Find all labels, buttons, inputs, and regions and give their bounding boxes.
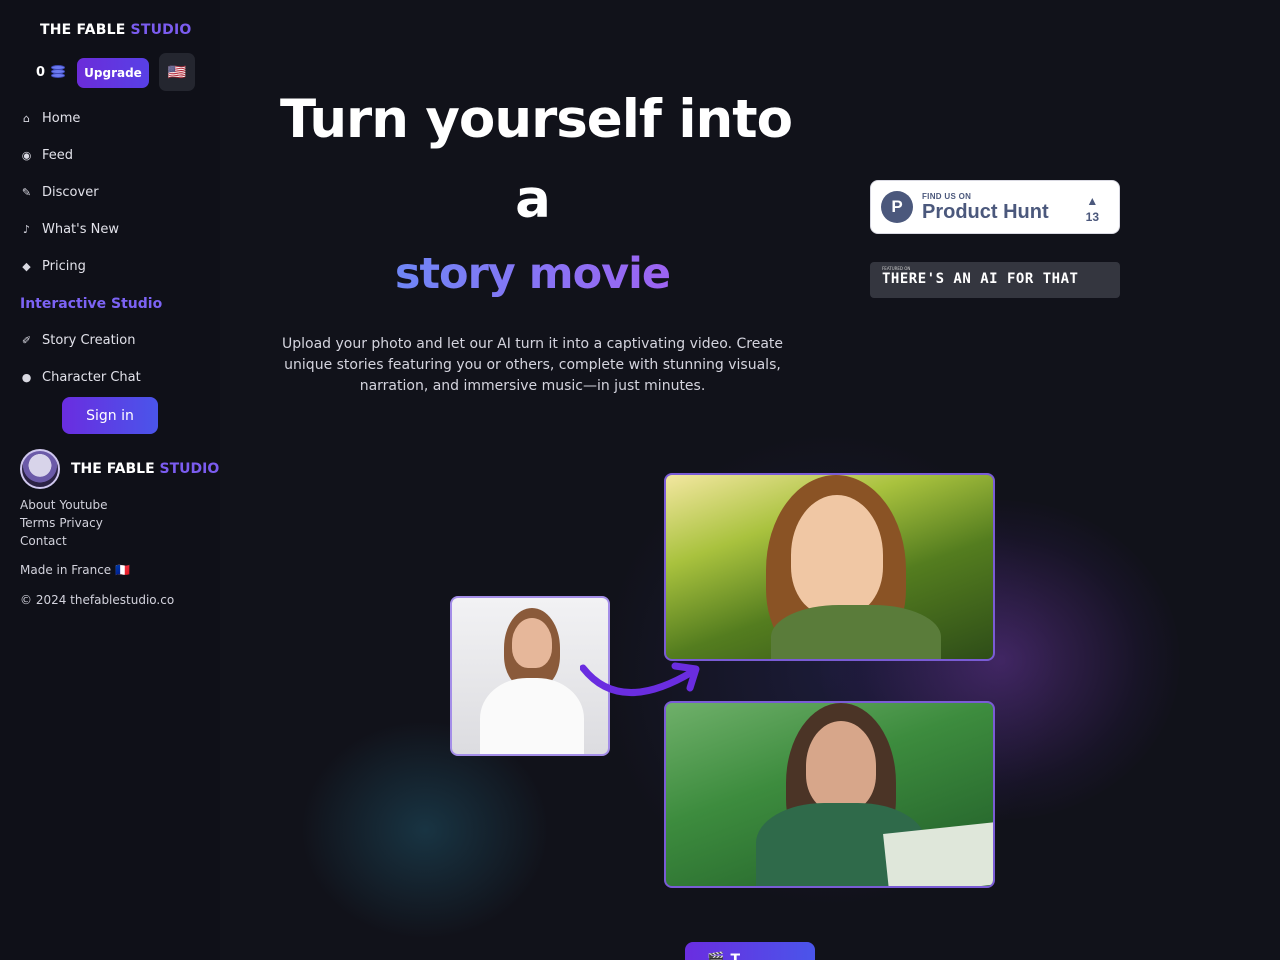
footer-brand-name: THE FABLE STUDIO [71,461,219,477]
copyright: © 2024 thefablestudio.co [20,593,175,607]
sidebar-item-whats-new[interactable]: ♪ What's New [20,211,210,248]
clapperboard-icon: 🎬 [707,952,725,960]
hero-title-line1: Turn yourself into [280,89,793,150]
footer-links: About Youtube Terms Privacy Contact [20,496,107,550]
theres-an-ai-for-that-badge[interactable]: FEATURED ON THERE'S AN AI FOR THAT [870,262,1120,298]
sidebar-item-home[interactable]: ⌂ Home [20,100,210,137]
footer-brand-part1: THE FABLE [71,461,160,477]
brand-name: THE FABLE [40,22,131,38]
upgrade-button[interactable]: Upgrade [77,58,149,88]
cta-label: T [730,952,740,960]
product-hunt-big: Product Hunt [922,200,1049,223]
hero-title: Turn yourself into a [280,80,793,240]
sidebar-item-discover[interactable]: ✎ Discover [20,174,210,211]
sidebar-item-label: Story Creation [42,333,136,348]
credits-counter: 0 [36,64,67,80]
tag-icon: ◆ [22,260,31,273]
sign-in-button[interactable]: Sign in [62,397,158,434]
sidebar-section-interactive-studio: Interactive Studio [20,285,210,322]
jacket-shape [771,605,941,659]
upvote-arrow-icon: ▲ [1086,194,1099,208]
shirt-shape [480,678,584,754]
aift-title: THERE'S AN AI FOR THAT [882,271,1079,287]
hero-title-line2: a [515,169,551,230]
product-hunt-logo-icon: P [881,191,913,223]
bell-icon: ♪ [22,223,31,236]
product-hunt-small: FIND US ON [922,191,972,201]
sidebar-item-label: Discover [42,185,99,200]
sidebar-item-character-chat[interactable]: ● Character Chat [20,359,210,396]
feather-icon: ✐ [21,334,32,347]
generated-image-forest [664,473,995,661]
face-shape [512,618,552,668]
footer-link-contact[interactable]: Contact [20,532,67,550]
magic-wand-icon: ✎ [21,186,32,199]
section-heading: Interactive Studio [20,295,163,312]
sidebar: THE FABLE STUDIO 0 Upgrade 🇺🇸 ⌂ Home ◉ F… [0,0,220,960]
footer-link-privacy[interactable]: Privacy [59,514,102,532]
sidebar-item-label: Feed [42,148,74,163]
made-in-france: Made in France 🇫🇷 [20,563,130,577]
sidebar-item-label: What's New [42,222,119,237]
product-hunt-text: FIND US ON Product Hunt [922,192,1049,223]
language-selector[interactable]: 🇺🇸 [159,53,195,91]
us-flag-icon: 🇺🇸 [167,63,187,81]
compass-icon: ◉ [21,149,32,162]
footer-link-youtube[interactable]: Youtube [59,496,107,514]
generated-image-rainforest [664,701,995,888]
face-shape [791,495,883,615]
hero-accent-text: story movie [394,249,671,299]
footer-link-about[interactable]: About [20,496,55,514]
map-shape [883,822,993,886]
footer-brand-part2: STUDIO [159,461,220,477]
sidebar-item-story-creation[interactable]: ✐ Story Creation [20,322,210,359]
wizard-avatar-logo [20,449,60,489]
brand-accent: STUDIO [130,22,192,38]
cta-button[interactable]: 🎬 T [685,942,815,960]
chat-bubbles-icon: ● [21,371,32,384]
sidebar-item-label: Pricing [42,259,86,274]
footer-brand: THE FABLE STUDIO [20,449,219,489]
product-hunt-votes: ▲ 13 [1086,193,1099,225]
credits-value: 0 [36,64,46,80]
footer-link-terms[interactable]: Terms [20,514,55,532]
sidebar-item-pricing[interactable]: ◆ Pricing [20,248,210,285]
hero-title-accent: story movie [280,244,785,304]
sidebar-item-feed[interactable]: ◉ Feed [20,137,210,174]
sidebar-nav: ⌂ Home ◉ Feed ✎ Discover ♪ What's New ◆ … [20,100,210,396]
product-hunt-badge[interactable]: P FIND US ON Product Hunt ▲ 13 [870,180,1120,234]
face-shape [806,721,876,811]
coins-icon [49,64,67,80]
brand-logo[interactable]: THE FABLE STUDIO [40,22,191,38]
home-icon: ⌂ [23,112,30,125]
vote-count: 13 [1085,210,1099,224]
sidebar-item-label: Character Chat [42,370,141,385]
sidebar-item-label: Home [42,111,81,126]
hero-subtitle: Upload your photo and let our AI turn it… [281,336,784,394]
